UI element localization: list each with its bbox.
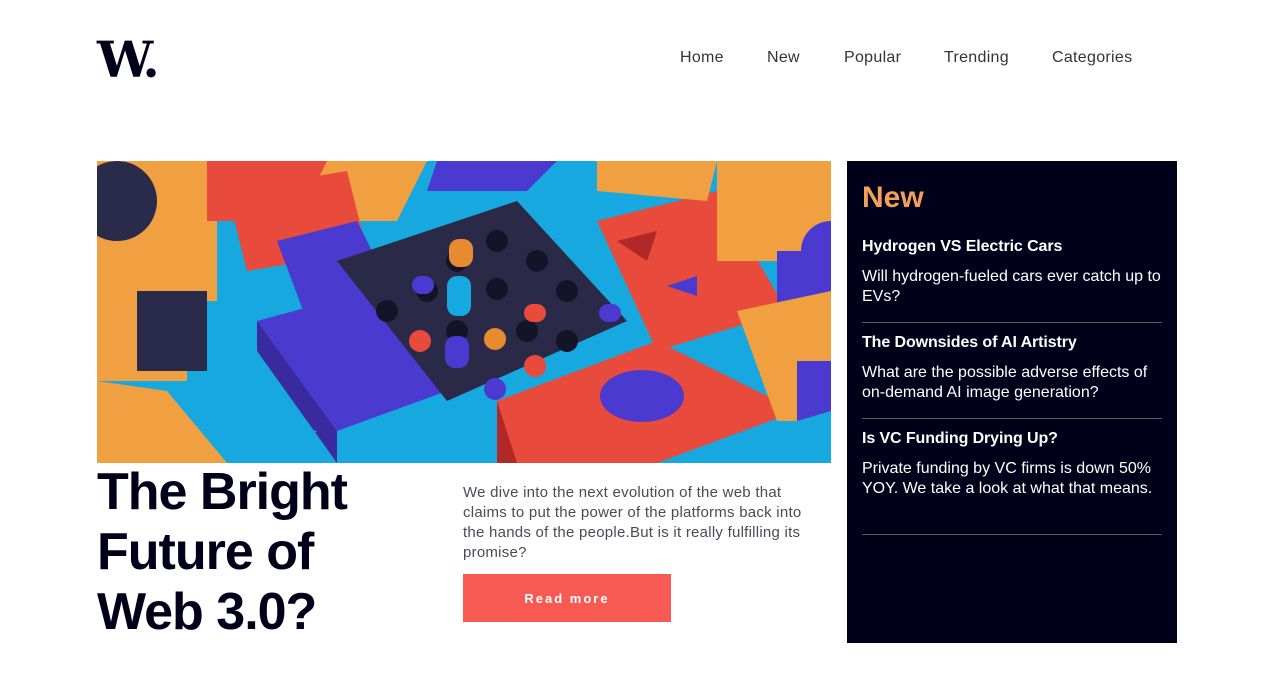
nav-item-trending[interactable]: Trending [944, 49, 1009, 67]
article-summary: Private funding by VC firms is down 50% … [862, 460, 1153, 497]
sidebar-title: New [862, 181, 924, 214]
nav-item-home[interactable]: Home [680, 49, 724, 67]
article-title[interactable]: Is VC Funding Drying Up? [862, 429, 1162, 449]
sidebar-article[interactable]: The Downsides of AI Artistry What are th… [862, 333, 1162, 419]
article-summary: Will hydrogen-fueled cars ever catch up … [862, 268, 1161, 305]
article-summary: What are the possible adverse effects of… [862, 364, 1148, 401]
article-title[interactable]: The Downsides of AI Artistry [862, 333, 1162, 353]
hero-description: We dive into the next evolution of the w… [463, 484, 802, 561]
hero-title: The Bright Future of Web 3.0? [97, 463, 348, 641]
brand-logo[interactable]: W. [97, 34, 160, 86]
nav-item-categories[interactable]: Categories [1052, 49, 1132, 67]
article-title[interactable]: Hydrogen VS Electric Cars [862, 237, 1162, 257]
hero-image [97, 161, 831, 463]
sidebar-article[interactable]: Hydrogen VS Electric Cars Will hydrogen-… [862, 237, 1162, 323]
new-articles-sidebar: New Hydrogen VS Electric Cars Will hydro… [847, 161, 1177, 643]
nav-item-popular[interactable]: Popular [844, 49, 901, 67]
nav-item-new[interactable]: New [767, 49, 800, 67]
read-more-button[interactable]: Read more [463, 574, 671, 622]
hero-illustration [97, 161, 831, 463]
sidebar-article[interactable]: Is VC Funding Drying Up? Private funding… [862, 429, 1162, 535]
